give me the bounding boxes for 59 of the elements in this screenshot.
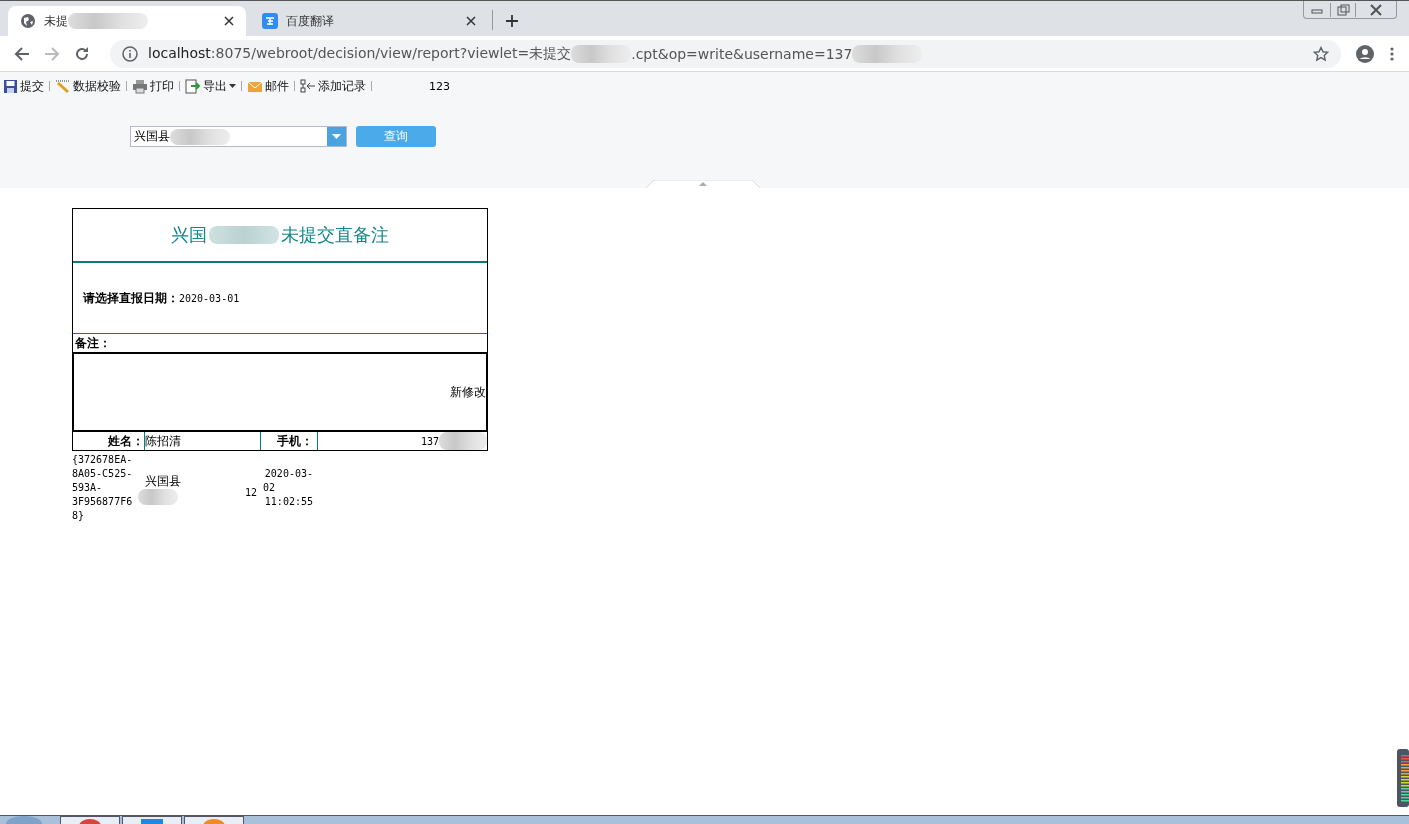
address-field[interactable]: localhost:8075/webroot/decision/view/report?viewlet=未提交 .cpt&op=write&username=137 <box>110 39 1341 68</box>
county-value: 兴国县 <box>145 474 181 488</box>
record-id: {372678EA- <box>72 453 134 467</box>
translate-icon <box>262 13 278 29</box>
caret-icon <box>332 134 341 139</box>
caret-icon <box>229 84 236 88</box>
new-tab-icon[interactable] <box>505 14 519 28</box>
tab-title: 未提 <box>44 12 68 30</box>
record-id: 593A- <box>72 481 104 495</box>
add-record-icon <box>300 78 316 94</box>
url-text: localhost:8075/webroot/decision/view/report?viewlet=未提交 <box>148 44 572 63</box>
remark-label: 备注： <box>75 334 111 352</box>
toolbar-button[interactable]: 提交 <box>1 75 46 97</box>
toolbar-button[interactable]: 打印 <box>130 75 176 97</box>
toolbar-button[interactable]: 导出 <box>183 75 238 97</box>
reload-icon[interactable] <box>74 45 90 62</box>
record-id: 8} <box>72 509 86 523</box>
toolbar-button[interactable]: 数据校验 <box>53 75 123 97</box>
toolbar-button[interactable]: 添加记录 <box>298 75 368 97</box>
info-icon <box>122 45 138 62</box>
browser-tab[interactable]: 百度翻译 <box>250 6 488 36</box>
record-date: 2020-03- <box>264 467 313 481</box>
toolbar-button[interactable]: 邮件 <box>245 75 291 97</box>
redaction-blur <box>439 432 487 450</box>
menu-icon[interactable] <box>1389 45 1395 62</box>
record-date: 02 <box>263 481 276 495</box>
back-icon[interactable] <box>14 45 30 62</box>
report-title: 兴国 <box>171 223 207 247</box>
record-id: 3F956877F6 <box>72 495 134 509</box>
close-icon[interactable] <box>224 16 234 26</box>
redaction-blur <box>571 44 632 63</box>
volume-meter-icon <box>1397 749 1409 807</box>
printer-icon <box>132 78 148 94</box>
tab-title: 百度翻译 <box>286 12 334 30</box>
star-icon[interactable] <box>1313 45 1329 62</box>
date-value: 2020-03-01 <box>179 292 240 304</box>
record-date: 11:02:55 <box>264 495 313 509</box>
redaction-blur <box>138 489 178 505</box>
collapse-handle[interactable] <box>646 180 760 188</box>
account-icon[interactable] <box>1355 43 1375 64</box>
redaction-blur <box>852 44 923 63</box>
record-id: 8A05-C525- <box>72 467 134 481</box>
url-text: .cpt&op=write&username=137 <box>631 45 853 62</box>
ruler-pencil-icon <box>55 78 71 94</box>
export-icon <box>185 78 201 94</box>
date-label: 请选择直报日期： <box>83 289 179 307</box>
browser-tab[interactable]: 未提 <box>8 6 246 36</box>
remark-field[interactable]: 新修改 <box>72 352 488 432</box>
redaction-blur <box>209 226 279 244</box>
report-title: 未提交直备注 <box>281 223 389 247</box>
globe-icon <box>20 13 36 29</box>
page-number: 123 <box>429 79 450 93</box>
phone-value: 137 <box>420 435 439 447</box>
record-number: 12 <box>245 487 258 498</box>
name-value: 陈招清 <box>145 432 261 450</box>
name-label: 姓名： <box>73 432 145 450</box>
county-dropdown[interactable]: 兴国县 <box>130 126 347 147</box>
phone-label: 手机： <box>261 432 318 450</box>
close-icon[interactable] <box>466 16 476 26</box>
